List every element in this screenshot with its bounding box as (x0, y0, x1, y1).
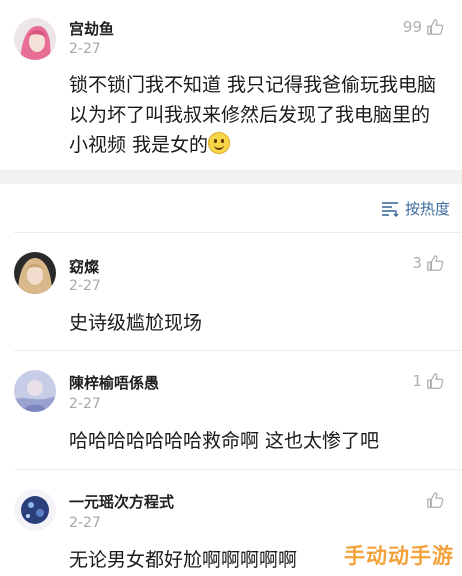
section-divider (0, 170, 462, 184)
like-count: 1 (412, 372, 422, 390)
like-button[interactable] (422, 491, 444, 509)
like-button[interactable]: 99 (403, 18, 444, 36)
like-count: 3 (412, 254, 422, 272)
comment-item: 宫劫鱼 2-27 99 锁不锁门我不知道 我只记得我爸偷玩我电脑以为坏了叫我叔来… (0, 0, 462, 170)
comment-author[interactable]: 窈燦 (69, 256, 99, 277)
avatar[interactable] (14, 252, 56, 294)
comment-date: 2-27 (69, 396, 101, 412)
comment-text: 史诗级尴尬现场 (69, 312, 203, 334)
comment-date: 2-27 (69, 515, 101, 531)
thumbs-up-icon (427, 19, 444, 35)
sort-label: 按热度 (404, 200, 450, 218)
sort-by-hot-button[interactable]: 按热度 (381, 198, 450, 219)
thumbs-up-icon (427, 255, 444, 271)
thumbs-up-icon (427, 492, 444, 508)
comment-author[interactable]: 一元瑶次方程式 (69, 491, 174, 512)
comment-text: 锁不锁门我不知道 我只记得我爸偷玩我电脑以为坏了叫我叔来修然后发现了我电脑里的小… (69, 74, 437, 156)
like-button[interactable]: 3 (412, 254, 444, 272)
divider (14, 469, 462, 470)
sort-lines-icon (381, 201, 399, 217)
divider (14, 232, 462, 233)
avatar[interactable] (14, 489, 56, 531)
comment-text: 哈哈哈哈哈哈哈救命啊 这也太惨了吧 (69, 430, 380, 452)
comment-date: 2-27 (69, 278, 101, 294)
comment-date: 2-27 (69, 41, 101, 57)
slightly-smiling-face-icon (208, 132, 231, 154)
comment-author[interactable]: 宫劫鱼 (69, 18, 114, 39)
like-button[interactable]: 1 (412, 372, 444, 390)
thumbs-up-icon (427, 373, 444, 389)
avatar[interactable] (14, 18, 56, 60)
watermark-logo: 手动动手游 (344, 544, 454, 568)
divider (14, 350, 462, 351)
like-count: 99 (402, 18, 422, 36)
avatar[interactable] (14, 370, 56, 412)
comment-author[interactable]: 陳梓榆唔係愚 (69, 372, 159, 393)
